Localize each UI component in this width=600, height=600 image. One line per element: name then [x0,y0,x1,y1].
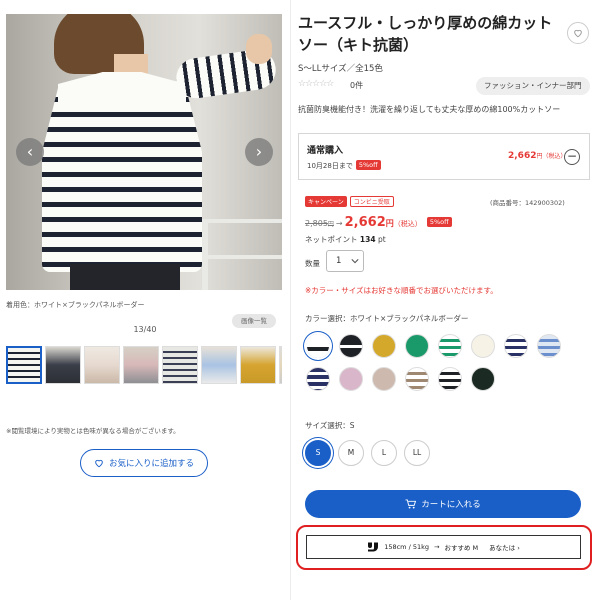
product-code: (商品番号：142900302) [490,199,565,207]
size-recommendation-button[interactable]: 158cm / 51kg → おすすめ M あなたは › [306,535,581,559]
color-swatch-blue-border[interactable] [537,334,561,358]
size-option-s[interactable]: S [305,440,331,466]
category-tag[interactable]: ファッション・インナー部門 [476,77,590,95]
size-range-info: S〜LLサイズ／全15色 [298,64,383,74]
old-price-value: 2,805 [305,219,328,228]
column-divider [290,0,291,600]
image-counter: 13/40 [133,325,157,334]
color-swatch-dark-green[interactable] [471,367,495,391]
favorite-heart-button[interactable] [567,22,589,44]
color-swatch-black-border[interactable] [438,367,462,391]
size-select-label: サイズ選択：S [305,421,355,430]
photo-railing [206,219,282,259]
price-arrow: → [335,219,343,228]
add-to-cart-label: カートに入れる [421,500,481,510]
add-to-favorites-button[interactable]: お気に入りに追加する [80,449,208,477]
size-option-l[interactable]: L [371,440,397,466]
color-swatch-navy-border[interactable] [504,334,528,358]
color-swatch-beige-border[interactable] [405,367,429,391]
color-notice: ※閲覧環境により実物とは色味が異なる場合がございます。 [6,427,180,435]
campaign-tag: キャンペーン [305,196,347,207]
price-row: 2,805円 → 2,662円（税込） 5%off [305,211,452,230]
main-product-photo [6,14,282,290]
tax-label: （税込） [393,220,422,228]
purchase-type-label: 通常購入 [307,146,344,156]
points-value: 134 [359,235,376,244]
quantity-select[interactable]: 1 [326,250,364,272]
body-fit-icon [368,542,379,552]
color-swatch-mustard[interactable] [372,334,396,358]
purchase-option-box: 通常購入 10月28日まで 5%off 2,662円（税込） − [298,133,590,180]
thumbnail-7[interactable] [240,346,276,384]
purchase-deadline: 10月28日まで 5%off [307,160,381,171]
add-to-cart-button[interactable]: カートに入れる [305,490,581,518]
heart-icon [574,29,582,38]
thumbnail-4[interactable] [123,346,159,384]
size-option-ll[interactable]: LL [404,440,430,466]
gallery-prev-button[interactable]: ‹ [16,138,44,166]
purchase-price-unit: 円（税込） [536,153,567,160]
quantity-label: 数量 [305,259,320,268]
color-swatch-green[interactable] [405,334,429,358]
net-points: ネットポイント 134 pt [305,234,386,245]
new-price-unit: 円 [385,219,394,228]
convenience-pickup-tag: コンビニ受取 [349,196,394,207]
chevron-down-icon [351,259,359,264]
new-price-value: 2,662 [344,215,386,230]
model-pants [70,264,180,290]
model-hand [246,34,272,64]
product-title: ユースフル・しっかり厚めの綿カットソー（キト抗菌） [298,14,553,54]
old-price-unit: 円 [327,221,334,228]
purchase-price: 2,662円（税込） [508,151,566,161]
add-to-favorites-label: お気に入りに追加する [108,459,194,469]
points-label: ネットポイント [305,235,358,244]
heart-icon [95,459,103,468]
color-select-label: カラー選択：ホワイト×ブラックパネルボーダー [305,314,469,323]
worn-color-caption: 着用色：ホワイト×ブラックパネルボーダー [6,301,145,309]
color-swatch-navy-white-border[interactable] [306,367,330,391]
fit-link: あなたは › [489,544,520,552]
thumbnail-6[interactable] [201,346,237,384]
review-count[interactable]: 0件 [350,80,363,91]
thumbnail-1[interactable] [6,346,42,384]
quantity-value: 1 [336,256,342,266]
color-swatch-black-white[interactable] [339,334,363,358]
rating-stars: ☆☆☆☆☆ [298,79,334,89]
purchase-option-header[interactable]: 通常購入 10月28日まで 5%off 2,662円（税込） − [299,134,589,181]
selection-order-notice: ※カラー・サイズはお好きな順番でお選びいただけます。 [305,286,498,295]
color-swatch-green-border[interactable] [438,334,462,358]
fit-arrow: → [433,543,440,551]
thumbnail-8[interactable] [279,346,282,384]
points-unit: pt [377,235,386,244]
cart-icon [405,499,417,509]
size-option-m[interactable]: M [338,440,364,466]
thumbnail-strip [6,346,282,384]
off-badge: 5%off [355,160,381,170]
thumbnail-2[interactable] [45,346,81,384]
service-tags: キャンペーン コンビニ受取 [305,196,394,207]
color-swatch-white-black-panel[interactable] [306,334,330,358]
gallery-next-button[interactable]: › [245,138,273,166]
old-price: 2,805円 [305,219,334,228]
discount-badge: 5%off [426,217,452,227]
photo-railing-post [202,219,208,290]
product-description: 抗菌防臭機能付き！洗濯を繰り返しても丈夫な厚めの綿100%カットソー [298,105,561,114]
color-swatch-pink[interactable] [339,367,363,391]
purchase-price-value: 2,662 [508,151,537,161]
fit-measurement: 158cm / 51kg [384,543,429,551]
thumbnail-3[interactable] [84,346,120,384]
color-swatch-beige[interactable] [372,367,396,391]
color-swatch-ivory[interactable] [471,334,495,358]
fit-recommendation: おすすめ M [444,544,479,552]
collapse-button[interactable]: − [564,149,580,165]
purchase-deadline-text: 10月28日まで [307,162,353,170]
new-price: 2,662円 [345,215,394,230]
thumbnail-5[interactable] [162,346,198,384]
